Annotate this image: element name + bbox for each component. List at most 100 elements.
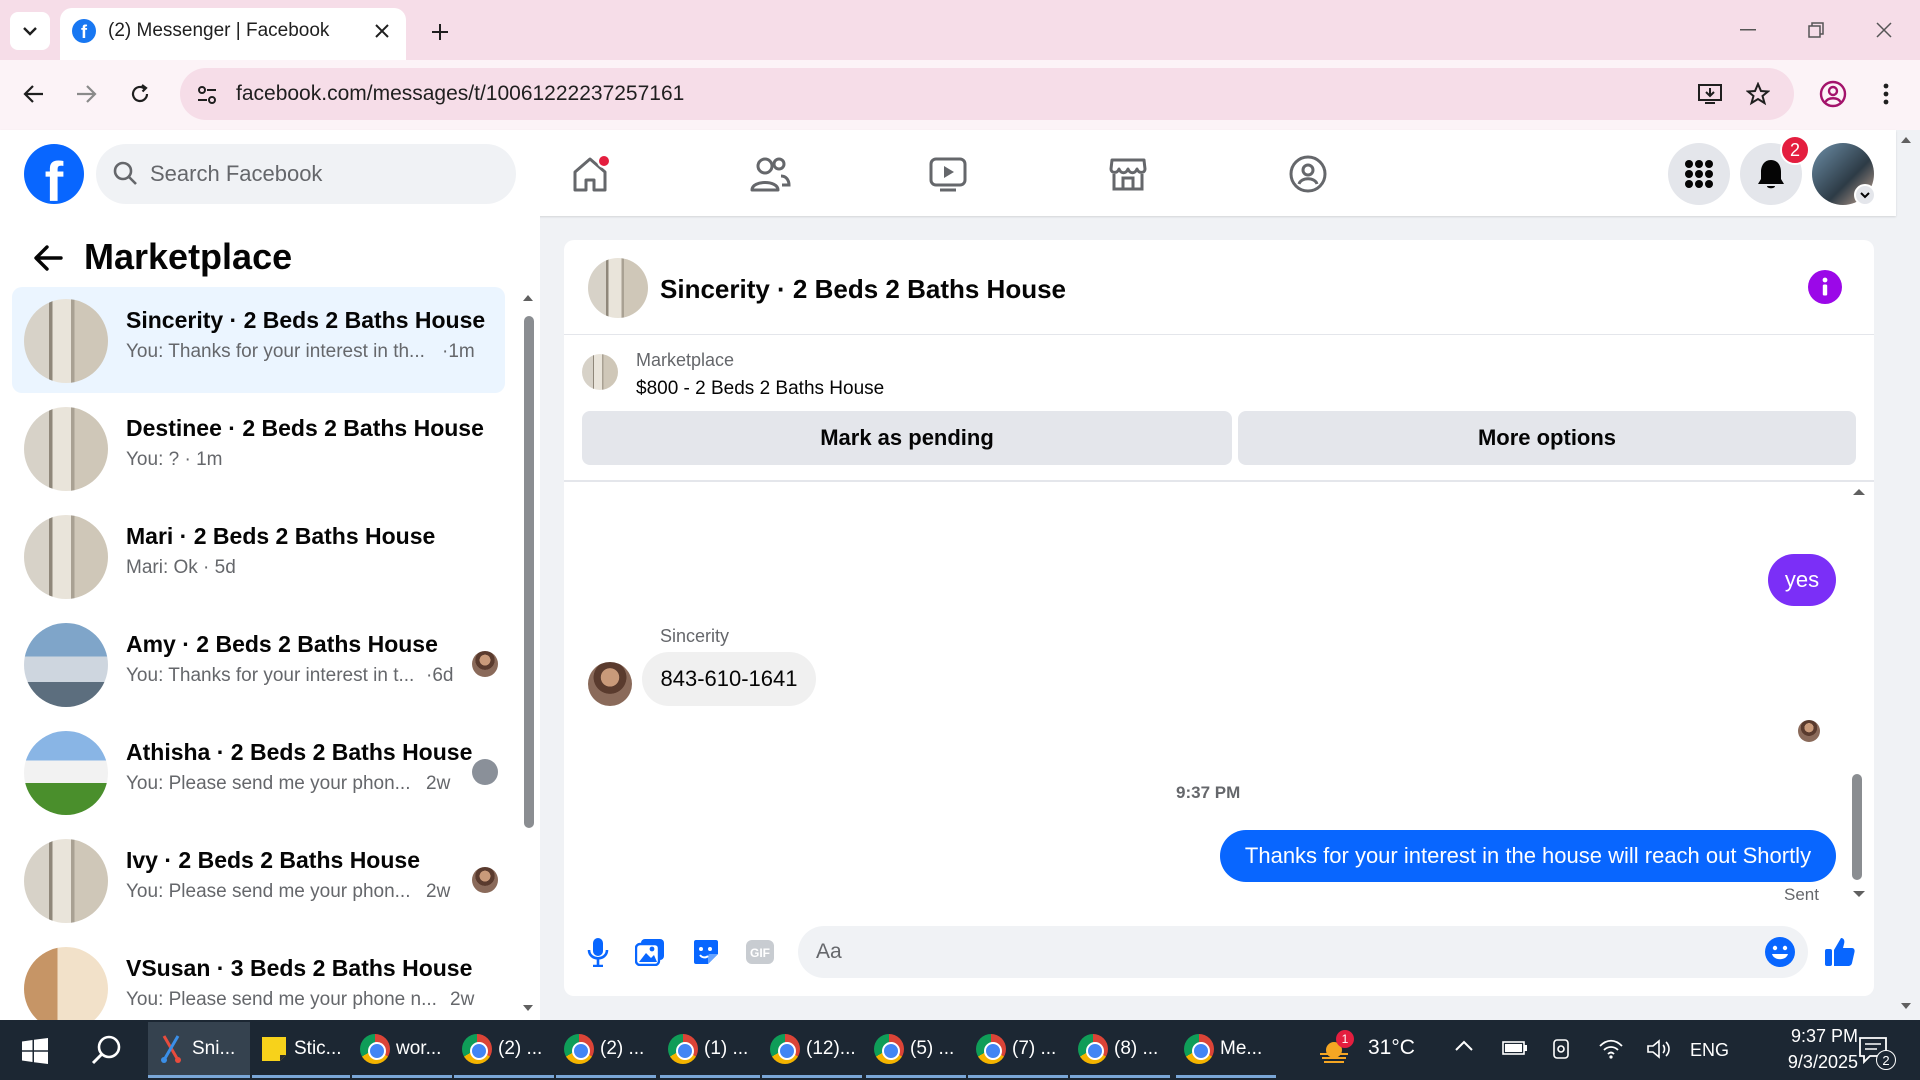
- nav-home[interactable]: [564, 150, 616, 198]
- sticker-button[interactable]: [686, 932, 726, 972]
- more-options-button[interactable]: More options: [1238, 411, 1856, 465]
- new-tab-button[interactable]: [424, 16, 456, 48]
- install-icon: [1698, 84, 1722, 104]
- taskbar-app-label: (5) ...: [910, 1037, 955, 1059]
- taskbar-app-label: Sni...: [192, 1037, 236, 1059]
- taskbar-app-chrome[interactable]: (1) ...: [660, 1022, 760, 1078]
- outgoing-message[interactable]: yes: [1768, 554, 1836, 606]
- conversation-item[interactable]: VSusan · 3 Beds 2 Baths House You: Pleas…: [12, 935, 505, 1020]
- chat-scroll-up[interactable]: [1852, 488, 1866, 498]
- chat-scrollbar[interactable]: [1852, 774, 1862, 880]
- show-hidden-icons-button[interactable]: [1454, 1040, 1476, 1060]
- chat-title[interactable]: Sincerity · 2 Beds 2 Baths House: [660, 274, 1066, 305]
- profile-button[interactable]: [1813, 74, 1853, 114]
- conversation-item[interactable]: Ivy · 2 Beds 2 Baths House You: Please s…: [12, 827, 505, 933]
- back-button[interactable]: [28, 238, 68, 278]
- taskbar-search-button[interactable]: [90, 1034, 126, 1068]
- listing-thumbnail[interactable]: [582, 354, 618, 390]
- taskbar-app-chrome[interactable]: (5) ...: [866, 1022, 966, 1078]
- nav-friends[interactable]: [744, 150, 796, 198]
- start-button[interactable]: [22, 1038, 48, 1064]
- photo-icon: [635, 939, 664, 966]
- input-language[interactable]: ENG: [1690, 1040, 1729, 1061]
- nav-groups[interactable]: [1282, 150, 1334, 198]
- network-status[interactable]: [1598, 1038, 1624, 1062]
- chevron-down-icon[interactable]: [1854, 184, 1876, 206]
- sidebar-scroll-up[interactable]: [522, 294, 534, 304]
- conversation-name: Athisha · 2 Beds 2 Baths House: [126, 739, 473, 765]
- listing-thumbnail: [24, 407, 108, 491]
- tab-search-button[interactable]: [10, 12, 50, 50]
- bookmark-button[interactable]: [1738, 74, 1778, 114]
- emoji-icon: [1765, 937, 1795, 967]
- back-button[interactable]: [14, 74, 54, 114]
- taskbar-app-chrome[interactable]: (7) ...: [968, 1022, 1068, 1078]
- gif-button[interactable]: GIF: [740, 932, 780, 972]
- divider: [564, 480, 1874, 482]
- chat-avatar[interactable]: [588, 258, 648, 318]
- taskbar-app-chrome[interactable]: wor...: [352, 1022, 452, 1078]
- conversation-time: 2w: [426, 773, 451, 794]
- sender-avatar[interactable]: [588, 662, 632, 706]
- clock-date[interactable]: 9/3/2025: [1748, 1052, 1858, 1073]
- volume-control[interactable]: [1646, 1038, 1672, 1062]
- sticky-notes-icon: [262, 1036, 286, 1061]
- gif-icon: GIF: [746, 940, 774, 964]
- info-icon[interactable]: [1808, 270, 1842, 304]
- tab-close-button[interactable]: [368, 17, 396, 45]
- site-info-button[interactable]: [190, 78, 224, 112]
- nav-watch[interactable]: [922, 150, 974, 198]
- conversation-item[interactable]: Mari · 2 Beds 2 Baths House Mari: Ok · 5…: [12, 503, 505, 609]
- conversation-name: Ivy · 2 Beds 2 Baths House: [126, 847, 420, 873]
- account-circle-icon: [1819, 80, 1847, 108]
- conversation-item[interactable]: Amy · 2 Beds 2 Baths House You: Thanks f…: [12, 611, 505, 717]
- page-scroll-up[interactable]: [1900, 136, 1916, 148]
- url-text[interactable]: facebook.com/messages/t/1006122223725716…: [236, 82, 684, 106]
- facebook-logo[interactable]: f: [24, 144, 84, 204]
- meet-now-button[interactable]: [1550, 1038, 1574, 1062]
- listing-thumbnail: [24, 299, 108, 383]
- sidebar-scrollbar[interactable]: [524, 316, 534, 828]
- taskbar-app-chrome[interactable]: Me...: [1176, 1022, 1276, 1078]
- conversation-item[interactable]: Sincerity · 2 Beds 2 Baths House You: Th…: [12, 287, 505, 393]
- taskbar-app-chrome[interactable]: (2) ...: [556, 1022, 656, 1078]
- message-input[interactable]: [798, 926, 1808, 978]
- outgoing-message[interactable]: Thanks for your interest in the house wi…: [1220, 830, 1836, 882]
- sender-name: Sincerity: [660, 626, 730, 646]
- taskbar-app-sticky-notes[interactable]: Stic...: [252, 1022, 350, 1078]
- taskbar-app-chrome[interactable]: (2) ...: [454, 1022, 554, 1078]
- install-app-button[interactable]: [1690, 74, 1730, 114]
- incoming-message[interactable]: 843-610-1641: [642, 652, 816, 706]
- temperature[interactable]: 31°C: [1368, 1036, 1415, 1060]
- conversation-item[interactable]: Athisha · 2 Beds 2 Baths House You: Plea…: [12, 719, 505, 825]
- minimize-button[interactable]: [1726, 12, 1770, 48]
- nav-marketplace[interactable]: [1102, 150, 1154, 198]
- taskbar-app-snipping-tool[interactable]: Sni...: [148, 1022, 250, 1078]
- taskbar-app-chrome[interactable]: (8) ...: [1070, 1022, 1170, 1078]
- sidebar-scroll-down[interactable]: [522, 1004, 534, 1014]
- reload-button[interactable]: [120, 74, 160, 114]
- like-button[interactable]: [1820, 932, 1860, 972]
- battery-status[interactable]: [1502, 1040, 1528, 1060]
- taskbar-app-chrome[interactable]: (12)...: [762, 1022, 862, 1078]
- restore-button[interactable]: [1794, 12, 1838, 48]
- conversation-item[interactable]: Destinee · 2 Beds 2 Baths House You: ? ·…: [12, 395, 505, 501]
- listing-title[interactable]: $800 - 2 Beds 2 Baths House: [636, 378, 884, 400]
- forward-button[interactable]: [66, 74, 106, 114]
- taskbar-app-label: Me...: [1220, 1037, 1263, 1059]
- tab-title: (2) Messenger | Facebook: [108, 20, 330, 41]
- attach-media-button[interactable]: [630, 932, 670, 972]
- emoji-button[interactable]: [1760, 932, 1800, 972]
- close-window-button[interactable]: [1862, 12, 1906, 48]
- browser-menu-button[interactable]: [1866, 74, 1906, 114]
- mark-as-pending-button[interactable]: Mark as pending: [582, 411, 1232, 465]
- more-vertical-icon: [1883, 83, 1889, 105]
- taskbar-app-label: Stic...: [294, 1037, 342, 1059]
- message-status: Sent: [1784, 885, 1819, 904]
- video-icon: [929, 157, 967, 192]
- voice-clip-button[interactable]: [578, 932, 618, 972]
- clock-time[interactable]: 9:37 PM: [1758, 1026, 1858, 1047]
- chat-scroll-down[interactable]: [1852, 890, 1866, 900]
- page-scroll-down[interactable]: [1900, 1002, 1916, 1014]
- menu-button[interactable]: [1668, 143, 1730, 205]
